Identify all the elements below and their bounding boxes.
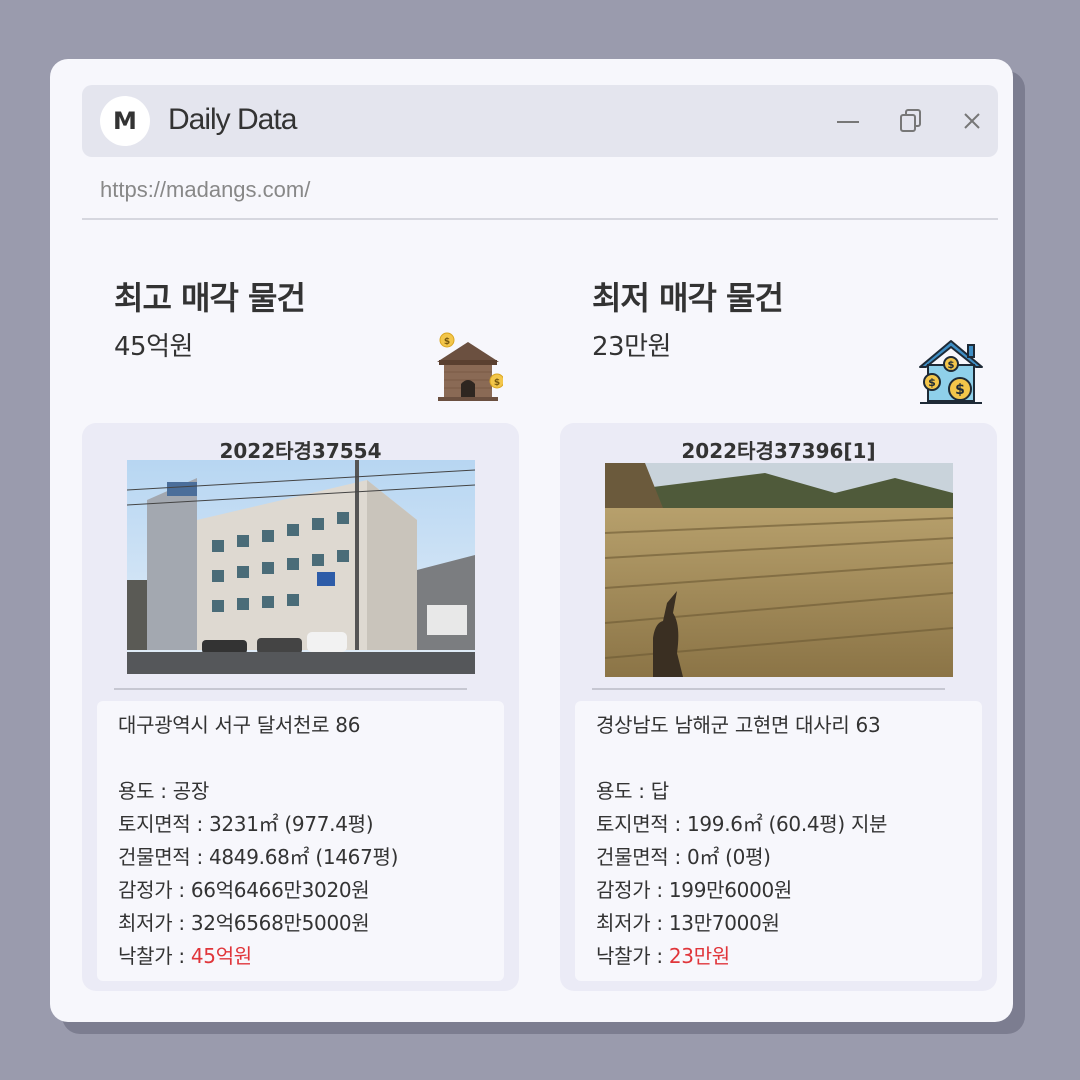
usage-row: 용도 : 공장	[118, 779, 209, 803]
highest-sale-heading: 최고 매각 물건	[114, 279, 306, 317]
url-text[interactable]: https://madangs.com/	[100, 177, 310, 203]
winning-bid-value: 45억원	[190, 944, 252, 968]
close-icon[interactable]	[958, 107, 986, 135]
property-info: 대구광역시 서구 달서천로 86 용도 : 공장 토지면적 : 3231㎡ (9…	[97, 701, 504, 981]
highest-sale-card[interactable]: 2022타경37554 대구광역시 서구 달서천로 86 용도: 공장 토지면…	[82, 423, 519, 991]
winning-bid-row: 낙찰가 : 23만원	[596, 944, 730, 968]
card-divider	[114, 688, 467, 690]
building-area-row: 건물면적 : 4849.68㎡ (1467평)	[118, 845, 399, 869]
address: 경상남도 남해군 고현면 대사리 63	[596, 713, 881, 737]
minimum-price-row: 최저가 : 32억6568만5000원	[118, 911, 370, 935]
card-divider	[592, 688, 945, 690]
lowest-sale-heading: 최저 매각 물건	[592, 279, 784, 317]
app-title: Daily Data	[168, 103, 297, 136]
copy-icon[interactable]	[897, 107, 925, 135]
property-info: 경상남도 남해군 고현면 대사리 63 용도 : 답 토지면적 : 199.6㎡…	[575, 701, 982, 981]
minimum-price-row: 최저가 : 13만7000원	[596, 911, 780, 935]
app-window: M Daily Data https://madangs.com/ 최고 매각 …	[50, 59, 1013, 1022]
svg-text:$: $	[948, 360, 955, 371]
winning-bid-value: 23만원	[668, 944, 730, 968]
title-bar: M Daily Data	[82, 85, 998, 157]
highest-sale-price: 45억원	[114, 332, 193, 362]
svg-text:$: $	[955, 382, 965, 398]
appraisal-row: 감정가 : 199만6000원	[596, 878, 793, 902]
svg-text:$: $	[928, 376, 936, 389]
case-number[interactable]: 2022타경37396[1]	[560, 435, 997, 464]
house-money-blue-icon: $ $ $	[919, 340, 983, 404]
winning-bid-row: 낙찰가 : 45억원	[118, 944, 252, 968]
minimize-icon[interactable]	[834, 107, 862, 135]
building-area-row: 건물면적 : 0㎡ (0평)	[596, 845, 771, 869]
factory-building-photo	[127, 460, 475, 674]
dry-field-photo	[605, 463, 953, 677]
house-money-brown-icon: $ $	[437, 332, 503, 401]
svg-text:$: $	[444, 337, 450, 347]
header-divider	[82, 218, 998, 220]
usage-row: 용도 : 답	[596, 779, 669, 803]
lowest-sale-card[interactable]: 2022타경37396[1] 경상남도 남해군 고현면 대사리 63 용도: …	[560, 423, 997, 991]
land-area-row: 토지면적 : 3231㎡ (977.4평)	[118, 812, 374, 836]
svg-text:$: $	[494, 378, 500, 388]
lowest-sale-price: 23만원	[592, 332, 671, 362]
address: 대구광역시 서구 달서천로 86	[118, 713, 361, 737]
land-area-row: 토지면적 : 199.6㎡ (60.4평) 지분	[596, 812, 888, 836]
appraisal-row: 감정가 : 66억6466만3020원	[118, 878, 370, 902]
app-logo: M	[100, 96, 150, 146]
